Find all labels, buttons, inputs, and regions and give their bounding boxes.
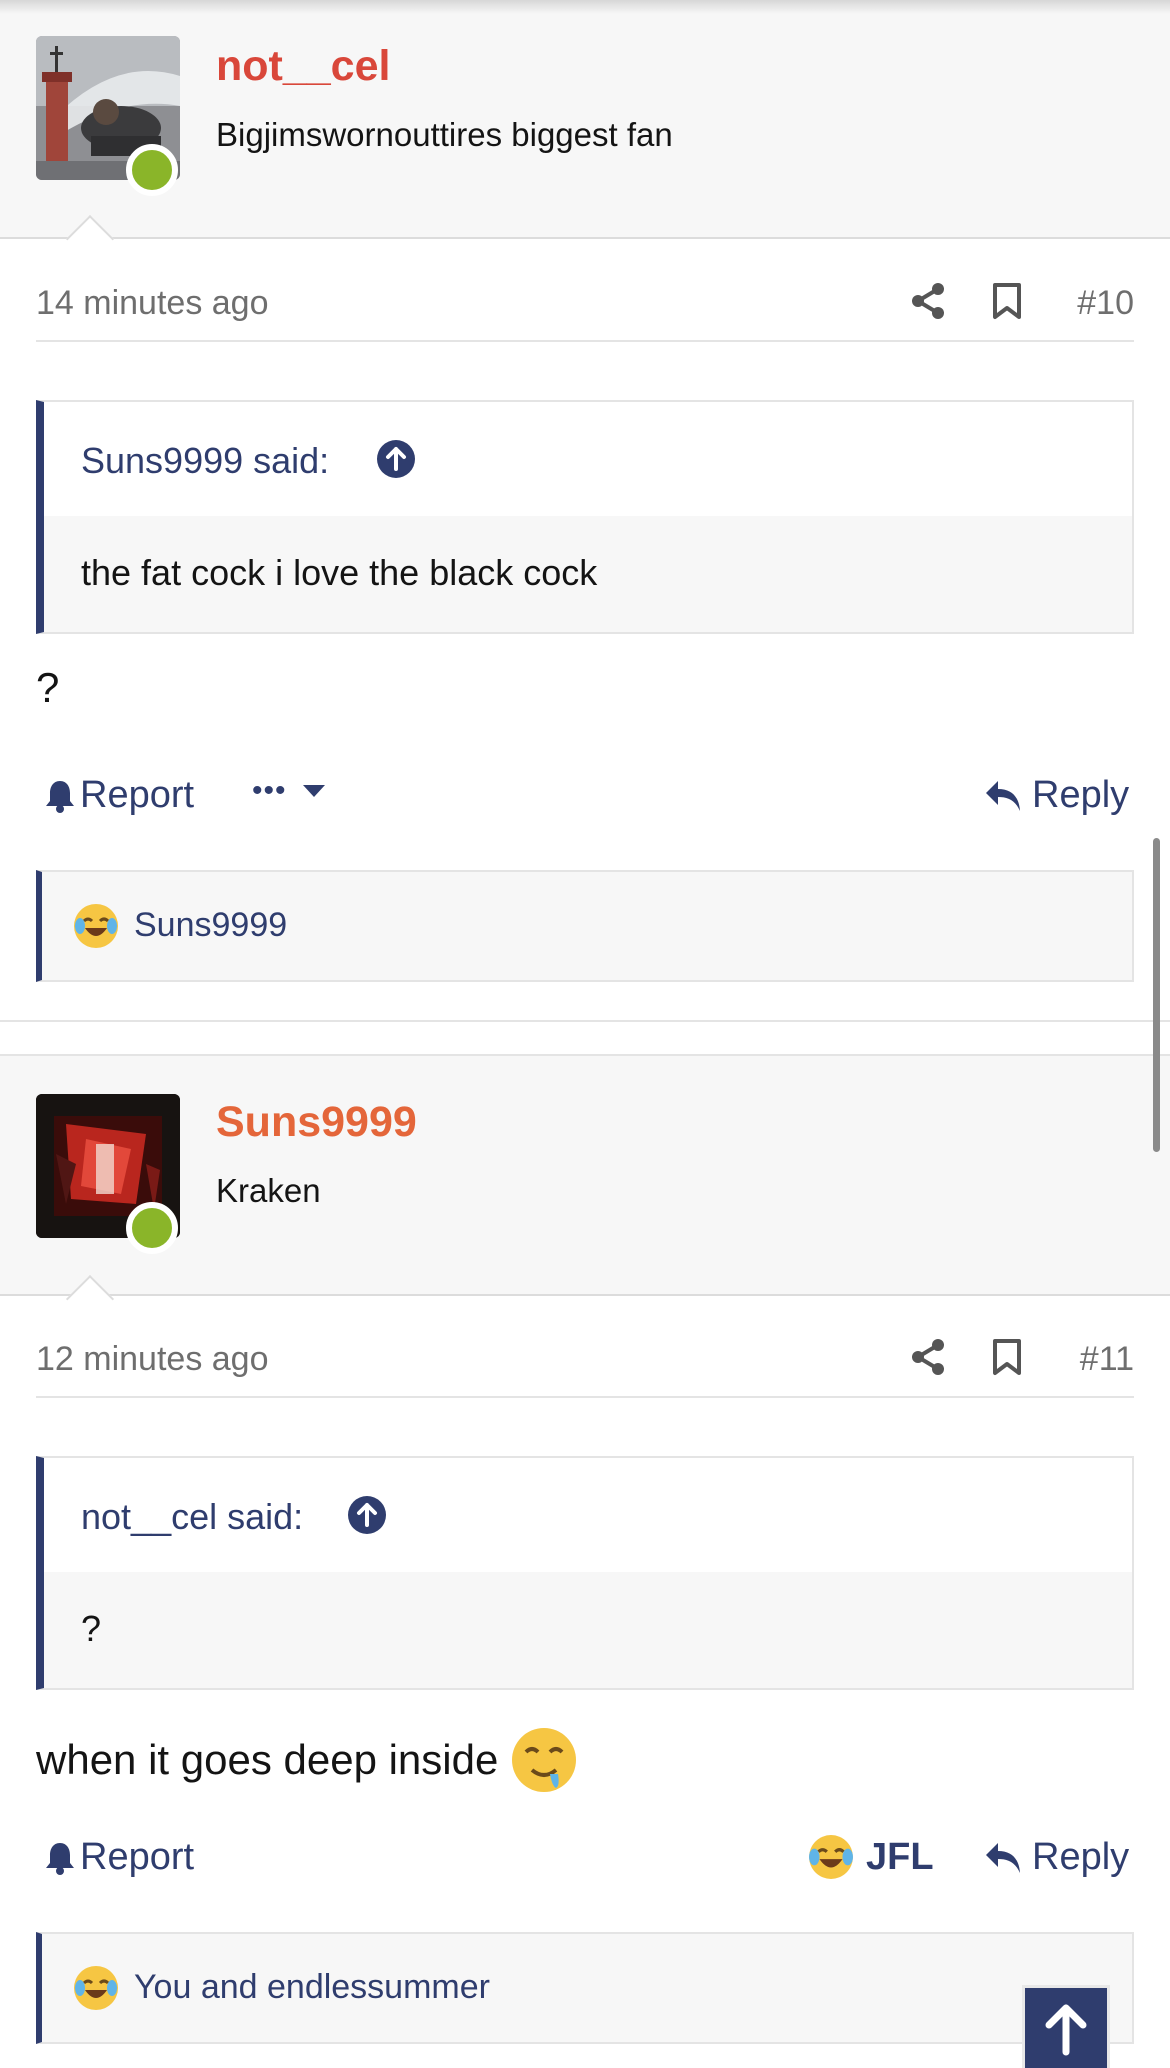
- laughing-crying-emoji: [809, 1835, 853, 1879]
- reply-button[interactable]: Reply: [984, 1836, 1129, 1879]
- reply-arrow-icon: [986, 1842, 1020, 1873]
- post-timestamp[interactable]: 14 minutes ago: [36, 284, 269, 323]
- share-icon[interactable]: [910, 1338, 946, 1381]
- quote-header: not__cel said:: [44, 1458, 1132, 1572]
- bookmark-icon[interactable]: [992, 1338, 1022, 1381]
- username[interactable]: not__cel: [216, 42, 390, 91]
- reactions-text[interactable]: Suns9999: [134, 906, 287, 945]
- more-options-button[interactable]: •••: [252, 774, 327, 808]
- post-body: when it goes deep inside: [36, 1736, 499, 1783]
- bell-icon: [46, 1842, 74, 1875]
- scroll-to-top-button[interactable]: [1022, 1985, 1110, 2068]
- reply-arrow-icon: [986, 780, 1020, 811]
- post-user-block: Suns9999 Kraken: [0, 1054, 1170, 1324]
- arrow-up-icon: [1045, 2004, 1087, 2056]
- top-shadow: [0, 0, 1170, 14]
- post-timestamp[interactable]: 12 minutes ago: [36, 1340, 269, 1379]
- report-label: Report: [80, 1836, 195, 1878]
- quote-attribution[interactable]: not__cel said:: [81, 1496, 303, 1538]
- username[interactable]: Suns9999: [216, 1098, 417, 1147]
- report-label: Report: [80, 774, 195, 816]
- drooling-emoji: [510, 1726, 578, 1794]
- user-title: Kraken: [216, 1172, 321, 1209]
- online-status-indicator: [126, 1202, 178, 1254]
- quote-header: Suns9999 said:: [44, 402, 1132, 516]
- laughing-crying-emoji: [74, 904, 118, 948]
- report-button[interactable]: Report: [44, 1836, 194, 1879]
- more-dots: •••: [252, 774, 287, 807]
- quote-block: Suns9999 said: the fat cock i love the b…: [36, 400, 1134, 634]
- laughing-crying-emoji: [74, 1966, 118, 2010]
- online-status-indicator: [126, 144, 178, 196]
- post-body: ?: [36, 664, 60, 711]
- quote-block: not__cel said: ?: [36, 1456, 1134, 1690]
- report-button[interactable]: Report: [44, 774, 194, 817]
- post-number[interactable]: #10: [1077, 284, 1134, 323]
- post-separator: [0, 1020, 1170, 1022]
- reactions-text[interactable]: You and endlessummer: [134, 1968, 490, 2007]
- bookmark-icon[interactable]: [992, 282, 1022, 325]
- quote-text: ?: [81, 1608, 102, 1649]
- chevron-down-icon: [302, 785, 325, 797]
- post-body-row: when it goes deep inside: [36, 1726, 578, 1794]
- post-user-block: not__cel Bigjimswornouttires biggest fan: [0, 0, 1170, 264]
- reply-label: Reply: [1032, 774, 1130, 816]
- arrow-up-circle-icon[interactable]: [377, 440, 415, 478]
- quote-body: the fat cock i love the black cock: [44, 516, 1132, 632]
- reaction-label: JFL: [866, 1835, 934, 1878]
- post-meta-row: 14 minutes ago #10: [36, 262, 1134, 342]
- post-meta-row: 12 minutes ago #11: [36, 1318, 1134, 1398]
- reactions-bar[interactable]: You and endlessummer: [36, 1932, 1134, 2044]
- quote-attribution[interactable]: Suns9999 said:: [81, 440, 329, 482]
- post-number[interactable]: #11: [1080, 1340, 1134, 1379]
- reply-label: Reply: [1032, 1836, 1130, 1878]
- pointer-arrow: [65, 214, 115, 264]
- reaction-jfl-button[interactable]: JFL: [808, 1834, 934, 1880]
- share-icon[interactable]: [910, 282, 946, 325]
- user-title: Bigjimswornouttires biggest fan: [216, 116, 673, 153]
- pointer-arrow: [65, 1274, 115, 1324]
- bell-icon: [46, 780, 74, 813]
- quote-body: ?: [44, 1572, 1132, 1688]
- reply-button[interactable]: Reply: [984, 774, 1129, 817]
- arrow-up-circle-icon[interactable]: [348, 1496, 386, 1534]
- reactions-bar[interactable]: Suns9999: [36, 870, 1134, 982]
- scrollbar[interactable]: [1153, 838, 1160, 1152]
- quote-text: the fat cock i love the black cock: [81, 552, 598, 593]
